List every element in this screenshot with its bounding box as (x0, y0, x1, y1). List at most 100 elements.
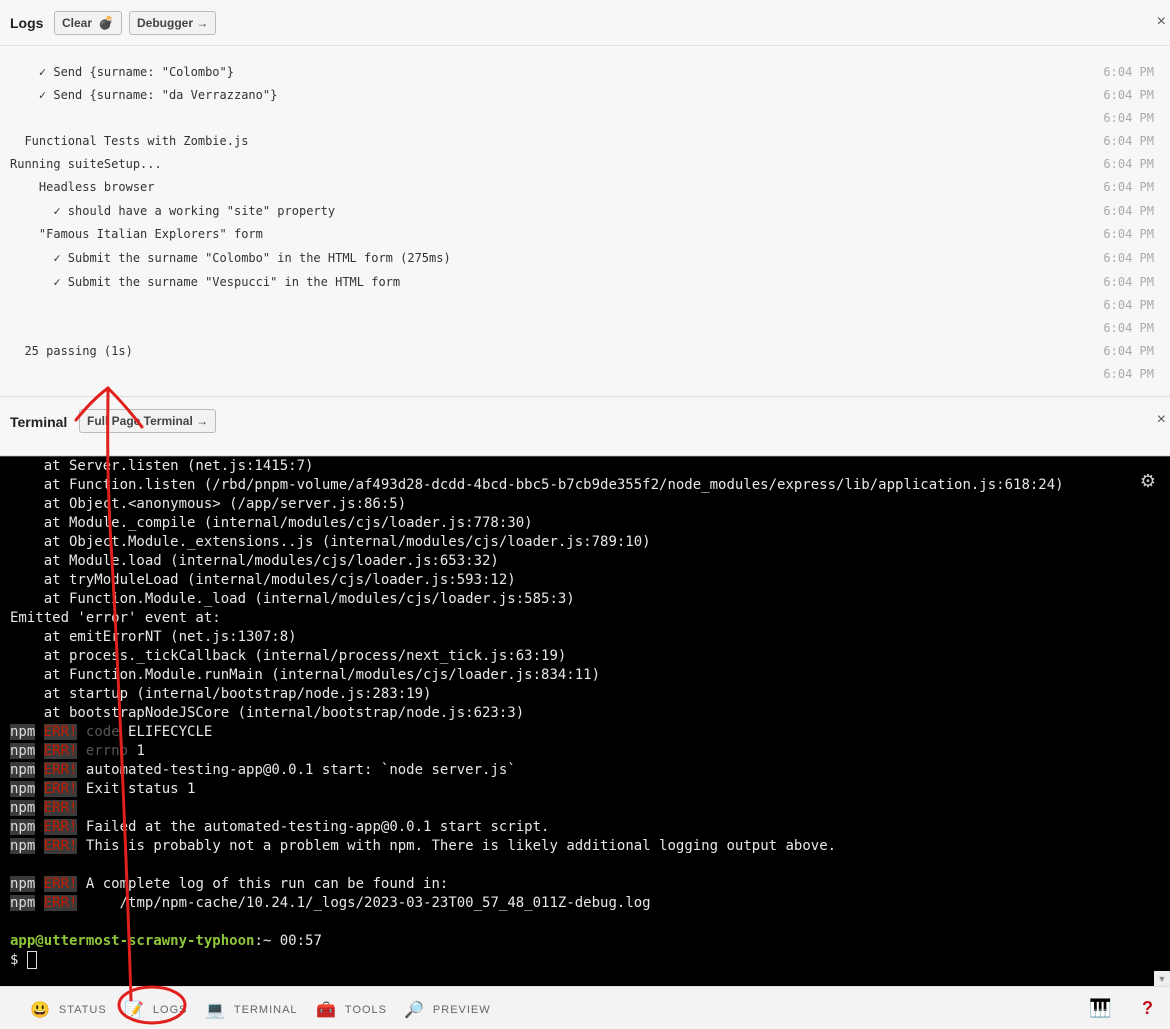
log-row: ✓ Submit the surname "Colombo" in the HT… (0, 246, 1170, 269)
err-tag: ERR! (43, 895, 78, 911)
magnifier-icon: 🔎 (404, 1002, 425, 1019)
log-time: 6:04 PM (1103, 344, 1154, 358)
log-time: 6:04 PM (1103, 298, 1154, 312)
npm-value: /tmp/npm-cache/10.24.1/_logs/2023-03-23T… (85, 895, 651, 911)
smiley-icon: 😃 (30, 1002, 51, 1019)
terminal-line: at Server.listen (net.js:1415:7) (10, 458, 314, 474)
log-row: 6:04 PM (0, 362, 1170, 385)
clear-button[interactable]: Clear 💣 (54, 11, 123, 35)
terminal-line: at tryModuleLoad (internal/modules/cjs/l… (10, 572, 516, 588)
prompt-user: app@uttermost-scrawny-typhoon (10, 933, 255, 949)
terminal-line: at startup (internal/bootstrap/node.js:2… (10, 686, 432, 702)
log-time: 6:04 PM (1103, 65, 1154, 79)
log-time: 6:04 PM (1103, 321, 1154, 335)
terminal-line: at Module.load (internal/modules/cjs/loa… (10, 553, 499, 569)
log-time: 6:04 PM (1103, 88, 1154, 102)
logs-header: Logs Clear 💣 Debugger → × (0, 0, 1170, 46)
err-tag: ERR! (43, 781, 78, 797)
err-tag: ERR! (43, 762, 78, 778)
clear-label: Clear (62, 16, 93, 30)
terminal-line: at Function.Module.runMain (internal/mod… (10, 667, 601, 683)
tab-terminal-label: TERMINAL (233, 1004, 298, 1016)
toolbox-icon: 🧰 (316, 1002, 337, 1019)
tab-status[interactable]: 😃 STATUS (30, 1000, 107, 1020)
terminal-cursor[interactable] (26, 951, 37, 969)
npm-tag: npm (10, 876, 36, 892)
npm-error-line: npm ERR! This is probably not a problem … (10, 837, 836, 856)
log-text: "Famous Italian Explorers" form (10, 227, 263, 241)
npm-key: errno (85, 743, 129, 759)
log-row: 6:04 PM (0, 106, 1170, 129)
tab-preview[interactable]: 🔎 PREVIEW (404, 1000, 491, 1020)
piano-icon[interactable]: 🎹 (1089, 998, 1111, 1019)
log-time: 6:04 PM (1103, 157, 1154, 171)
npm-value: automated-testing-app@0.0.1 start: `node… (85, 762, 516, 778)
settings-gear-icon[interactable]: ⚙ (1140, 471, 1156, 492)
tab-preview-label: PREVIEW (432, 1004, 491, 1016)
npm-error-line: npm ERR! automated-testing-app@0.0.1 sta… (10, 761, 516, 780)
log-time: 6:04 PM (1103, 227, 1154, 241)
tab-tools-label: TOOLS (344, 1004, 388, 1016)
prompt-time: :~ 00:57 (254, 933, 322, 949)
debugger-button[interactable]: Debugger → (129, 11, 217, 35)
log-text: ✓ Send {surname: "da Verrazzano"} (10, 88, 278, 102)
help-icon[interactable]: ? (1142, 998, 1153, 1019)
err-tag: ERR! (43, 800, 78, 816)
log-time: 6:04 PM (1103, 180, 1154, 194)
tab-tools[interactable]: 🧰 TOOLS (316, 1000, 387, 1020)
npm-tag: npm (10, 781, 36, 797)
full-page-terminal-label: Full Page Terminal → (87, 414, 209, 428)
logs-title: Logs (10, 15, 44, 31)
log-time: 6:04 PM (1103, 111, 1154, 125)
npm-error-line: npm ERR! A complete log of this run can … (10, 875, 448, 894)
log-time: 6:04 PM (1103, 134, 1154, 148)
log-row: Running suiteSetup... 6:04 PM (0, 152, 1170, 175)
npm-value: Exit status 1 (85, 781, 196, 797)
terminal-line: at Object.<anonymous> (/app/server.js:86… (10, 496, 407, 512)
shell-input-line[interactable]: $ (10, 951, 37, 970)
terminal-title: Terminal (10, 414, 68, 430)
npm-tag: npm (10, 819, 36, 835)
tab-logs[interactable]: 📝 LOGS (124, 1000, 188, 1020)
log-row: 6:04 PM (0, 293, 1170, 316)
shell-prompt: app@uttermost-scrawny-typhoon:~ 00:57 (10, 932, 322, 951)
err-tag: ERR! (43, 819, 78, 835)
log-text: Headless browser (10, 180, 155, 194)
npm-key: code (85, 724, 120, 740)
tab-terminal[interactable]: 💻 TERMINAL (205, 1000, 298, 1020)
npm-value: 1 (128, 743, 145, 759)
bottom-toolbar: 😃 STATUS 📝 LOGS 💻 TERMINAL 🧰 TOOLS 🔎 PREVIEW … (0, 986, 1170, 1029)
log-text: Running suiteSetup... (10, 157, 162, 171)
terminal-line: at bootstrapNodeJSCore (internal/bootstr… (10, 705, 525, 721)
log-text: Functional Tests with Zombie.js (10, 134, 249, 148)
log-row: ✓ Send {surname: "Colombo"} 6:04 PM (0, 60, 1170, 83)
terminal-output[interactable]: ⚙ at Server.listen (net.js:1415:7) at Fu… (0, 456, 1170, 987)
log-time: 6:04 PM (1103, 367, 1154, 381)
log-row: ✓ Send {surname: "da Verrazzano"} 6:04 PM (0, 83, 1170, 106)
log-row: Functional Tests with Zombie.js 6:04 PM (0, 129, 1170, 152)
log-row: 25 passing (1s) 6:04 PM (0, 339, 1170, 362)
log-row: ✓ Submit the surname "Vespucci" in the H… (0, 270, 1170, 293)
terminal-close-icon[interactable]: × (1157, 411, 1166, 429)
npm-error-line: npm ERR! code ELIFECYCLE (10, 723, 212, 742)
npm-tag: npm (10, 743, 36, 759)
scroll-down-arrow-icon[interactable]: ▼ (1154, 971, 1170, 987)
npm-value: ELIFECYCLE (119, 724, 213, 740)
log-row: ✓ should have a working "site" property 6… (0, 199, 1170, 222)
memo-icon: 📝 (124, 1002, 145, 1019)
log-time: 6:04 PM (1103, 275, 1154, 289)
logs-close-icon[interactable]: × (1157, 13, 1166, 31)
logs-list: ✓ Send {surname: "Colombo"} 6:04 PM ✓ Sen… (0, 60, 1170, 395)
err-tag: ERR! (43, 876, 78, 892)
terminal-line: Emitted 'error' event at: (10, 610, 221, 626)
npm-tag: npm (10, 762, 36, 778)
log-text: 25 passing (1s) (10, 344, 133, 358)
full-page-terminal-button[interactable]: Full Page Terminal → (79, 409, 217, 433)
debugger-label: Debugger → (137, 16, 209, 30)
npm-error-line: npm ERR! /tmp/npm-cache/10.24.1/_logs/20… (10, 894, 651, 913)
tab-logs-label: LOGS (152, 1004, 188, 1016)
log-text: ✓ Submit the surname "Colombo" in the HT… (10, 251, 451, 265)
log-row: "Famous Italian Explorers" form 6:04 PM (0, 222, 1170, 245)
terminal-line: at Object.Module._extensions..js (intern… (10, 534, 651, 550)
npm-error-line: npm ERR! Failed at the automated-testing… (10, 818, 549, 837)
